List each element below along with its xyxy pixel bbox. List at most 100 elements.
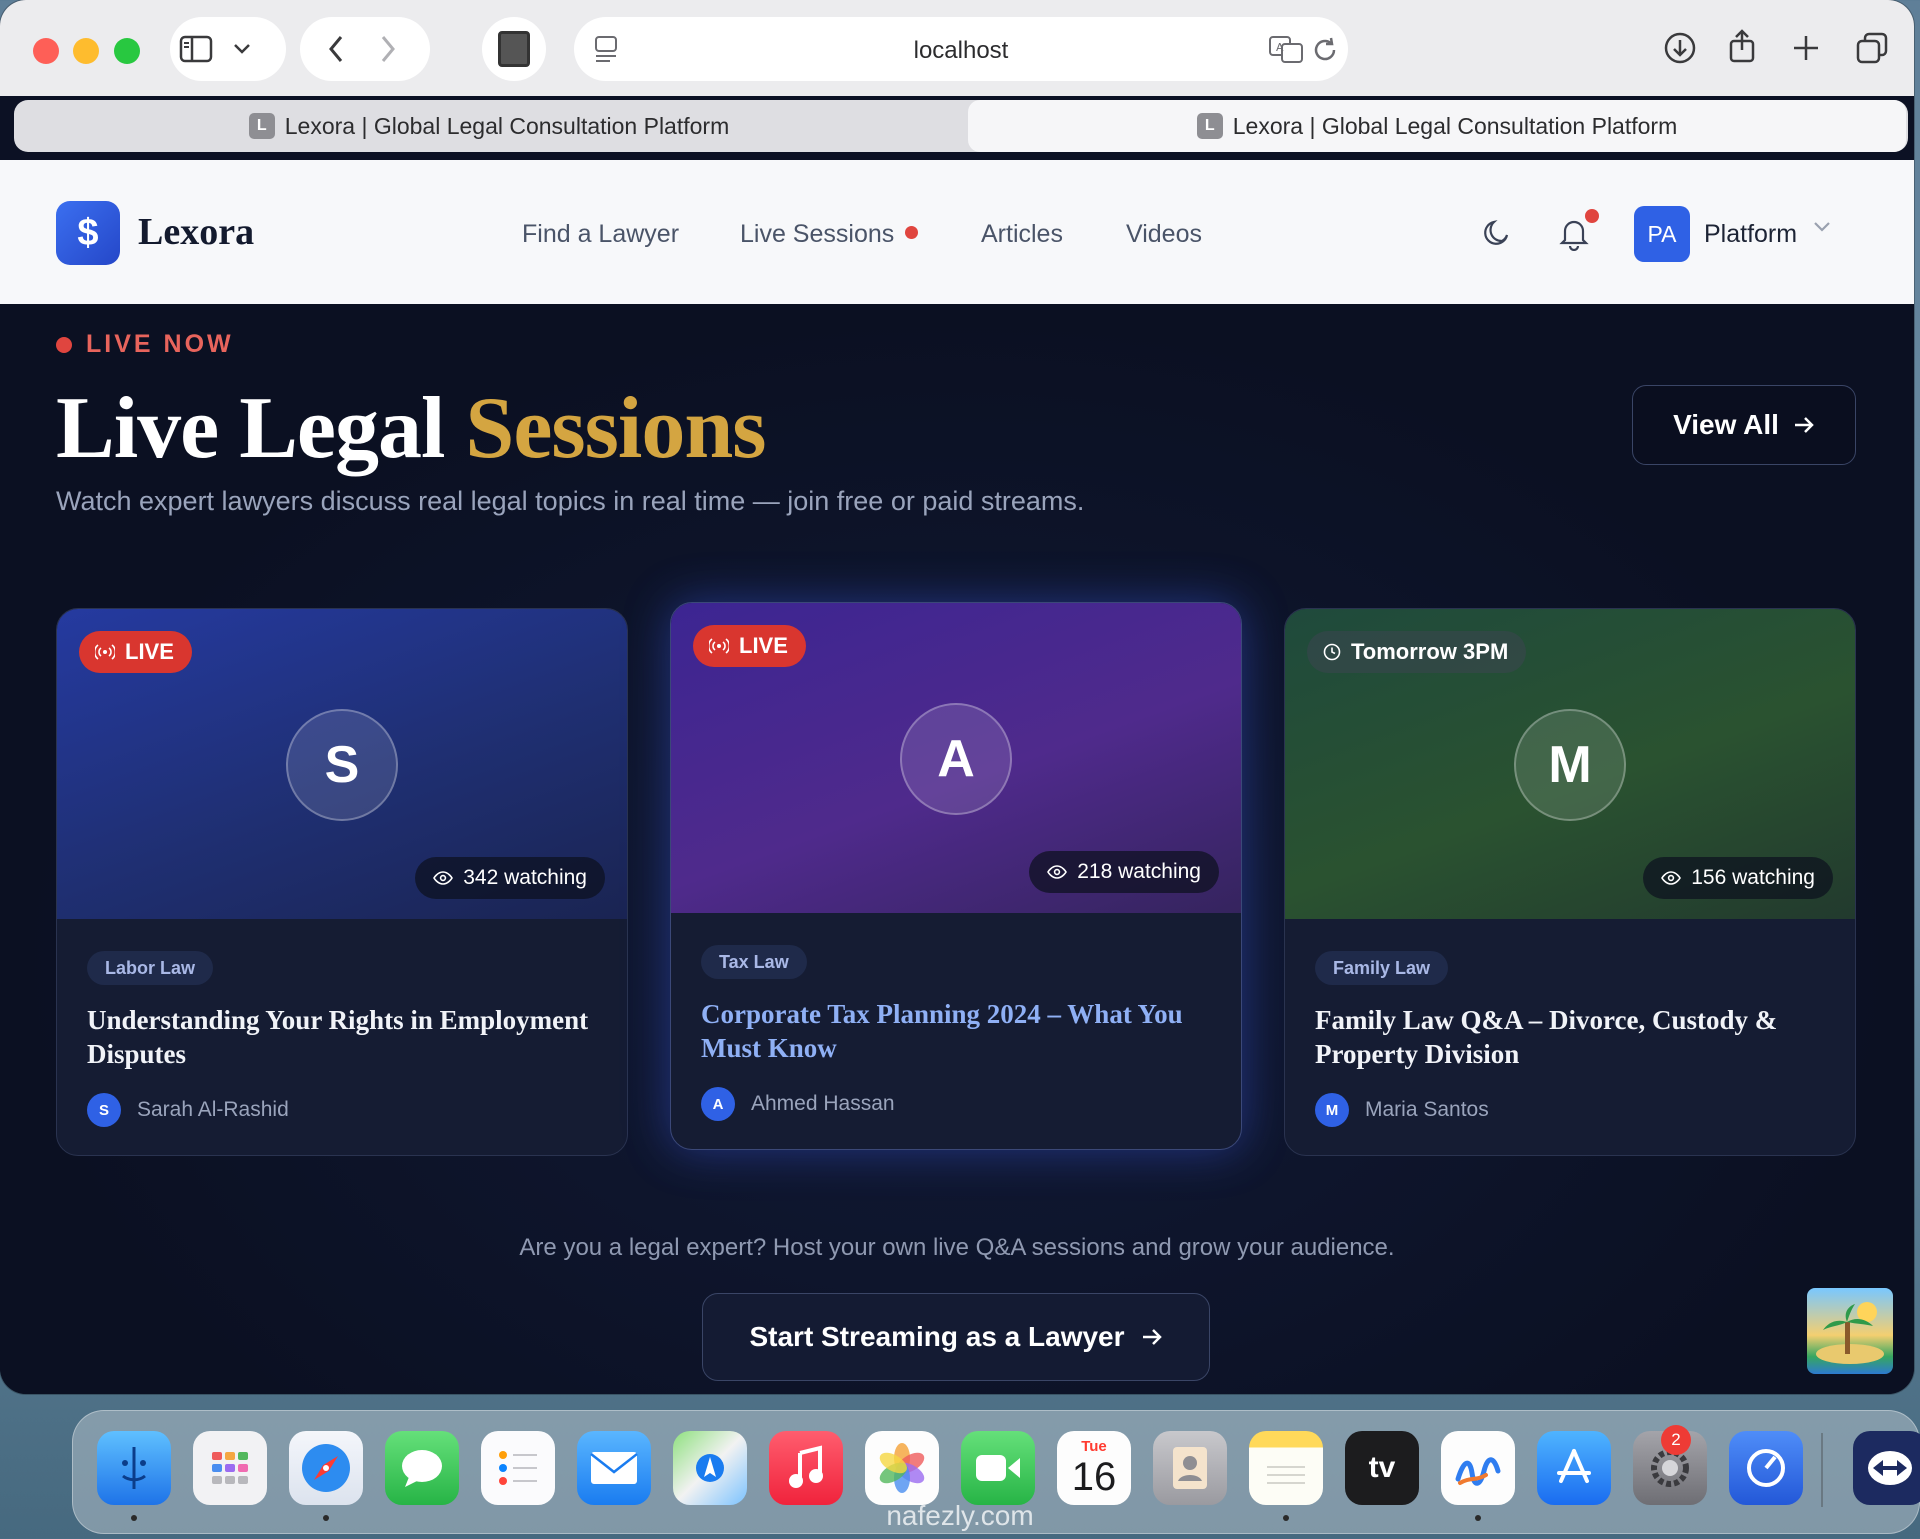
share-icon[interactable] bbox=[1716, 20, 1768, 72]
badge-label: LIVE bbox=[739, 633, 788, 658]
card-body: Tax Law Corporate Tax Planning 2024 – Wh… bbox=[671, 913, 1241, 1149]
view-all-label: View All bbox=[1673, 409, 1779, 440]
category-tag: Labor Law bbox=[87, 951, 214, 985]
badge-label: Tomorrow 3PM bbox=[1351, 639, 1509, 664]
downloads-icon[interactable] bbox=[1654, 22, 1706, 74]
cta-text: Are you a legal expert? Host your own li… bbox=[519, 1234, 1395, 1261]
contacts-icon[interactable] bbox=[1153, 1431, 1227, 1505]
extension-button[interactable] bbox=[482, 17, 546, 81]
freeform-icon[interactable] bbox=[1441, 1431, 1515, 1505]
category-tag: Family Law bbox=[1315, 951, 1449, 985]
arrow-right-icon bbox=[1794, 417, 1814, 433]
title-main: Live Legal bbox=[56, 380, 445, 477]
reminders-icon[interactable] bbox=[481, 1431, 555, 1505]
tab-overview-icon[interactable] bbox=[1846, 22, 1898, 74]
author-avatar: M bbox=[1315, 1093, 1349, 1127]
tab-lexora-2[interactable]: L Lexora | Global Legal Consultation Pla… bbox=[968, 100, 1906, 152]
forward-icon[interactable] bbox=[362, 23, 414, 75]
tab-lexora-1[interactable]: L Lexora | Global Legal Consultation Pla… bbox=[14, 100, 964, 152]
card-thumbnail: LIVE S 342 watching bbox=[57, 609, 627, 919]
schedule-badge: Tomorrow 3PM bbox=[1307, 631, 1527, 673]
cta-button-label: Start Streaming as a Lawyer bbox=[749, 1321, 1125, 1352]
moon-icon[interactable] bbox=[1476, 213, 1516, 253]
author-avatar: A bbox=[701, 1087, 735, 1121]
instruments-icon[interactable] bbox=[1729, 1431, 1803, 1505]
close-window-button[interactable] bbox=[33, 38, 59, 64]
facetime-icon[interactable] bbox=[961, 1431, 1035, 1505]
session-title[interactable]: Corporate Tax Planning 2024 – What You M… bbox=[701, 997, 1211, 1065]
author-avatar: S bbox=[87, 1093, 121, 1127]
arrow-right-icon bbox=[1142, 1329, 1162, 1345]
music-icon[interactable] bbox=[769, 1431, 843, 1505]
photos-icon[interactable] bbox=[865, 1431, 939, 1505]
session-author: M Maria Santos bbox=[1315, 1093, 1489, 1127]
card-body: Labor Law Understanding Your Rights in E… bbox=[57, 919, 627, 1155]
mail-icon[interactable] bbox=[577, 1431, 651, 1505]
calendar-day: Tue bbox=[1081, 1438, 1107, 1455]
start-streaming-button[interactable]: Start Streaming as a Lawyer bbox=[702, 1293, 1210, 1381]
favicon: L bbox=[248, 113, 275, 139]
session-card[interactable]: LIVE A 218 watching Tax Law Corporate Ta… bbox=[670, 602, 1242, 1150]
messages-icon[interactable] bbox=[385, 1431, 459, 1505]
svg-text:A: A bbox=[1276, 41, 1284, 54]
live-badge: LIVE bbox=[693, 625, 806, 667]
title-accent: Sessions bbox=[465, 380, 766, 477]
minimize-window-button[interactable] bbox=[73, 38, 99, 64]
category-tag: Tax Law bbox=[701, 945, 807, 979]
finder-icon[interactable] bbox=[97, 1431, 171, 1505]
browser-toolbar: localhost A bbox=[0, 0, 1914, 96]
session-author: S Sarah Al-Rashid bbox=[87, 1093, 289, 1127]
nav-videos[interactable]: Videos bbox=[1126, 220, 1202, 249]
live-dot bbox=[56, 336, 72, 353]
user-avatar[interactable]: PA bbox=[1634, 206, 1690, 262]
new-tab-icon[interactable] bbox=[1780, 22, 1832, 74]
sidebar-icon[interactable] bbox=[170, 23, 222, 75]
logo-icon[interactable]: $ bbox=[56, 201, 120, 265]
back-icon[interactable] bbox=[310, 23, 362, 75]
nav-find-lawyer[interactable]: Find a Lawyer bbox=[522, 220, 679, 249]
settings-notification-badge: 2 bbox=[1661, 1425, 1691, 1455]
safari-icon[interactable] bbox=[289, 1431, 363, 1505]
viewer-count: 218 watching bbox=[1029, 851, 1219, 893]
author-name: Maria Santos bbox=[1365, 1098, 1489, 1121]
session-title[interactable]: Family Law Q&A – Divorce, Custody & Prop… bbox=[1315, 1003, 1825, 1071]
view-all-button[interactable]: View All bbox=[1632, 385, 1856, 465]
card-body: Family Law Family Law Q&A – Divorce, Cus… bbox=[1285, 919, 1855, 1155]
watching-text: 156 watching bbox=[1691, 866, 1815, 889]
nav-articles[interactable]: Articles bbox=[981, 220, 1063, 249]
app-store-icon[interactable] bbox=[1537, 1431, 1611, 1505]
chevron-down-icon[interactable] bbox=[1812, 220, 1836, 244]
notes-icon[interactable] bbox=[1249, 1431, 1323, 1505]
translate-icon[interactable]: A bbox=[1268, 33, 1304, 65]
session-title[interactable]: Understanding Your Rights in Employment … bbox=[87, 1003, 597, 1071]
user-menu-label[interactable]: Platform bbox=[1704, 220, 1797, 249]
session-card[interactable]: Tomorrow 3PM M 156 watching Family Law F… bbox=[1284, 608, 1856, 1156]
broadcast-icon bbox=[709, 638, 729, 654]
sidebar-toggle-group bbox=[170, 17, 286, 81]
address-bar[interactable]: localhost A bbox=[574, 17, 1348, 81]
dock-separator bbox=[1821, 1433, 1823, 1507]
nav-live-sessions[interactable]: Live Sessions bbox=[740, 220, 894, 249]
launchpad-icon[interactable] bbox=[193, 1431, 267, 1505]
island-thumbnail-icon[interactable] bbox=[1807, 1288, 1893, 1374]
viewer-count: 156 watching bbox=[1643, 857, 1833, 899]
apple-tv-icon[interactable]: tv bbox=[1345, 1431, 1419, 1505]
logo-text[interactable]: Lexora bbox=[138, 210, 254, 254]
maps-icon[interactable] bbox=[673, 1431, 747, 1505]
author-name: Ahmed Hassan bbox=[751, 1092, 895, 1115]
watermark-text: nafezly.com bbox=[886, 1500, 1034, 1531]
tab-bar: L Lexora | Global Legal Consultation Pla… bbox=[14, 100, 1908, 152]
browser-window: localhost A L Lexora | Global Legal Cons… bbox=[0, 0, 1914, 1394]
chevron-down-icon[interactable] bbox=[222, 23, 262, 75]
reload-icon[interactable] bbox=[1310, 35, 1340, 65]
notification-badge bbox=[1585, 209, 1599, 223]
card-thumbnail: LIVE A 218 watching bbox=[671, 603, 1241, 913]
host-avatar: M bbox=[1514, 709, 1626, 821]
eye-icon bbox=[1047, 865, 1068, 879]
app-switcher-icon[interactable] bbox=[1853, 1431, 1920, 1505]
viewer-count: 342 watching bbox=[415, 857, 605, 899]
calendar-icon[interactable]: Tue 16 bbox=[1057, 1431, 1131, 1505]
zoom-window-button[interactable] bbox=[114, 38, 140, 64]
session-card[interactable]: LIVE S 342 watching Labor Law Understand… bbox=[56, 608, 628, 1156]
eyebrow-text: LIVE NOW bbox=[86, 330, 234, 358]
